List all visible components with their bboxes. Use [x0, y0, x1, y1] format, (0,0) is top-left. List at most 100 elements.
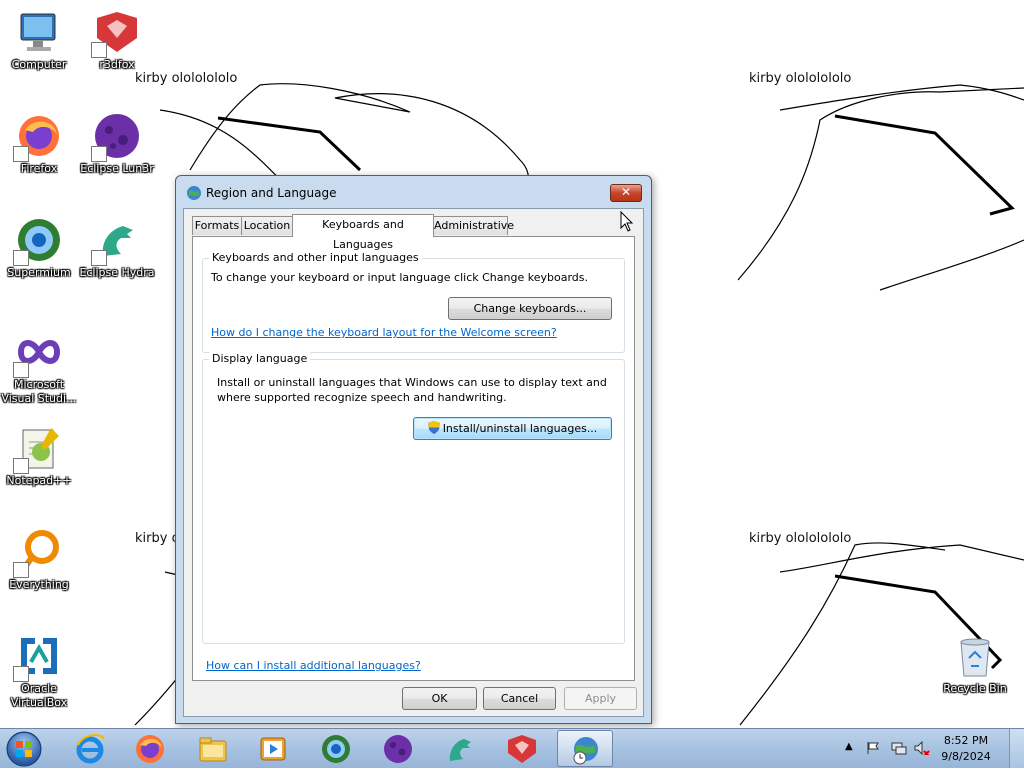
system-clock[interactable]: 8:52 PM 9/8/2024: [926, 733, 1006, 765]
show-desktop-button[interactable]: [1009, 729, 1024, 768]
windows-start-icon: [6, 731, 42, 767]
tab-keyboards-and-languages[interactable]: Keyboards and Languages: [292, 214, 434, 251]
supermium-icon: [322, 735, 350, 763]
taskbar-file-explorer[interactable]: [185, 730, 241, 767]
shortcut-arrow-icon: [91, 146, 107, 162]
close-button[interactable]: ✕: [610, 184, 642, 202]
install-uninstall-languages-button[interactable]: Install/uninstall languages...: [413, 417, 612, 440]
media-player-icon: [260, 737, 286, 761]
eclipse-lun3r-icon: [91, 112, 141, 162]
cancel-button[interactable]: Cancel: [483, 687, 556, 710]
desktop-icon-label: Oracle VirtualBox: [10, 682, 68, 709]
desktop-icon-label: Recycle Bin: [943, 682, 1007, 695]
desktop-icon-eclipse-lun3r[interactable]: Eclipse Lun3r: [78, 112, 156, 176]
eclipse-hydra-icon: [449, 739, 471, 761]
shortcut-arrow-icon: [91, 42, 107, 58]
desktop-icon-firefox[interactable]: Firefox: [0, 112, 78, 176]
desktop-icon-label: Eclipse Hydra: [79, 266, 155, 279]
desktop-icon-virtualbox[interactable]: Oracle VirtualBox: [0, 632, 78, 710]
taskbar: ▲ 8:52 PM 9/8/2024: [0, 728, 1024, 768]
clock-date: 9/8/2024: [941, 750, 991, 763]
globe-clock-icon: [187, 186, 201, 200]
desktop-icon-supermium[interactable]: Supermium: [0, 216, 78, 280]
desktop-icon-label: Microsoft Visual Studi...: [1, 378, 77, 405]
tab-location[interactable]: Location: [241, 216, 293, 235]
shortcut-arrow-icon: [13, 458, 29, 474]
tab-administrative[interactable]: Administrative: [433, 216, 514, 235]
desktop-icon-label: Notepad++: [6, 474, 72, 487]
install-uninstall-languages-label: Install/uninstall languages...: [442, 422, 598, 435]
group-label: Display language: [209, 352, 311, 365]
desktop-icon-recycle-bin[interactable]: Recycle Bin: [936, 632, 1014, 696]
firefox-icon: [136, 735, 164, 763]
apply-button[interactable]: Apply: [564, 687, 637, 710]
tab-formats[interactable]: Formats: [192, 216, 242, 235]
desktop-icon-label: Firefox: [20, 162, 58, 175]
dialog-client-area: Formats Location Keyboards and Languages…: [183, 208, 644, 717]
shortcut-arrow-icon: [13, 362, 29, 378]
taskbar-internet-explorer[interactable]: [62, 730, 118, 767]
desktop-icon-eclipse-hydra[interactable]: Eclipse Hydra: [78, 216, 156, 280]
clock-time: 8:52 PM: [943, 734, 989, 747]
r3dfox-icon: [508, 735, 536, 763]
shortcut-arrow-icon: [13, 146, 29, 162]
install-additional-languages-link[interactable]: How can I install additional languages?: [206, 659, 421, 672]
start-button[interactable]: [4, 730, 44, 768]
keyboards-description: To change your keyboard or input languag…: [211, 271, 588, 284]
dialog-title-bar[interactable]: Region and Language ✕: [176, 176, 651, 208]
welcome-screen-keyboard-link[interactable]: How do I change the keyboard layout for …: [211, 326, 557, 339]
everything-icon: [13, 528, 63, 578]
wallpaper-caption: kirby olololololo: [749, 531, 852, 546]
dialog-title: Region and Language: [206, 186, 337, 200]
eclipse-hydra-icon: [91, 216, 141, 266]
taskbar-r3dfox[interactable]: [494, 730, 550, 767]
show-hidden-icons-button[interactable]: ▲: [845, 741, 853, 752]
uac-shield-icon: [427, 421, 440, 434]
desktop-icon-r3dfox[interactable]: r3dfox: [78, 8, 156, 72]
desktop-icon-notepadpp[interactable]: Notepad++: [0, 424, 78, 488]
supermium-icon: [13, 216, 63, 266]
desktop-icon-visual-studio[interactable]: Microsoft Visual Studi...: [0, 328, 78, 406]
computer-icon: [15, 8, 63, 56]
ok-button[interactable]: OK: [402, 687, 477, 710]
notepadpp-icon: [13, 424, 63, 474]
desktop-icon-label: Eclipse Lun3r: [80, 162, 154, 175]
shortcut-arrow-icon: [13, 666, 29, 682]
taskbar-firefox[interactable]: [122, 730, 178, 767]
taskbar-media-player[interactable]: [245, 730, 301, 767]
wallpaper-caption: kirby o: [135, 531, 180, 546]
desktop-icon-label: Computer: [11, 58, 67, 71]
display-language-group: Display language Install or uninstall la…: [202, 352, 625, 644]
desktop-icon-everything[interactable]: Everything: [0, 528, 78, 592]
change-keyboards-button[interactable]: Change keyboards...: [448, 297, 612, 320]
firefox-icon: [13, 112, 63, 162]
taskbar-eclipse-lun3r[interactable]: [370, 730, 426, 767]
desktop-icon-label: r3dfox: [99, 58, 135, 71]
network-icon[interactable]: [891, 741, 907, 755]
taskbar-region-and-language[interactable]: [557, 730, 613, 767]
desktop-icon-computer[interactable]: Computer: [0, 8, 78, 72]
wallpaper-caption: kirby olololololo: [135, 71, 238, 86]
action-center-flag-icon[interactable]: [866, 741, 880, 755]
mouse-cursor-icon: [620, 211, 634, 232]
recycle-bin-icon: [951, 632, 999, 680]
r3dfox-icon: [91, 8, 141, 58]
visual-studio-icon: [13, 328, 63, 378]
region-language-icon: [573, 737, 598, 765]
eclipse-lun3r-icon: [384, 735, 412, 763]
wallpaper-caption: kirby olololololo: [749, 71, 852, 86]
virtualbox-icon: [13, 632, 63, 682]
taskbar-supermium[interactable]: [308, 730, 364, 767]
display-language-description: where supported recognize speech and han…: [217, 391, 507, 404]
file-explorer-icon: [199, 737, 227, 762]
display-language-description: Install or uninstall languages that Wind…: [217, 376, 607, 389]
desktop-icon-label: Supermium: [7, 266, 71, 279]
tab-panel-keyboards: Keyboards and other input languages To c…: [192, 236, 635, 681]
taskbar-eclipse-hydra[interactable]: [432, 730, 488, 767]
region-and-language-dialog: Region and Language ✕ Formats Location K…: [175, 175, 652, 724]
desktop-icon-label: Everything: [9, 578, 69, 591]
shortcut-arrow-icon: [13, 250, 29, 266]
internet-explorer-icon: [76, 734, 105, 764]
shortcut-arrow-icon: [13, 562, 29, 578]
shortcut-arrow-icon: [91, 250, 107, 266]
